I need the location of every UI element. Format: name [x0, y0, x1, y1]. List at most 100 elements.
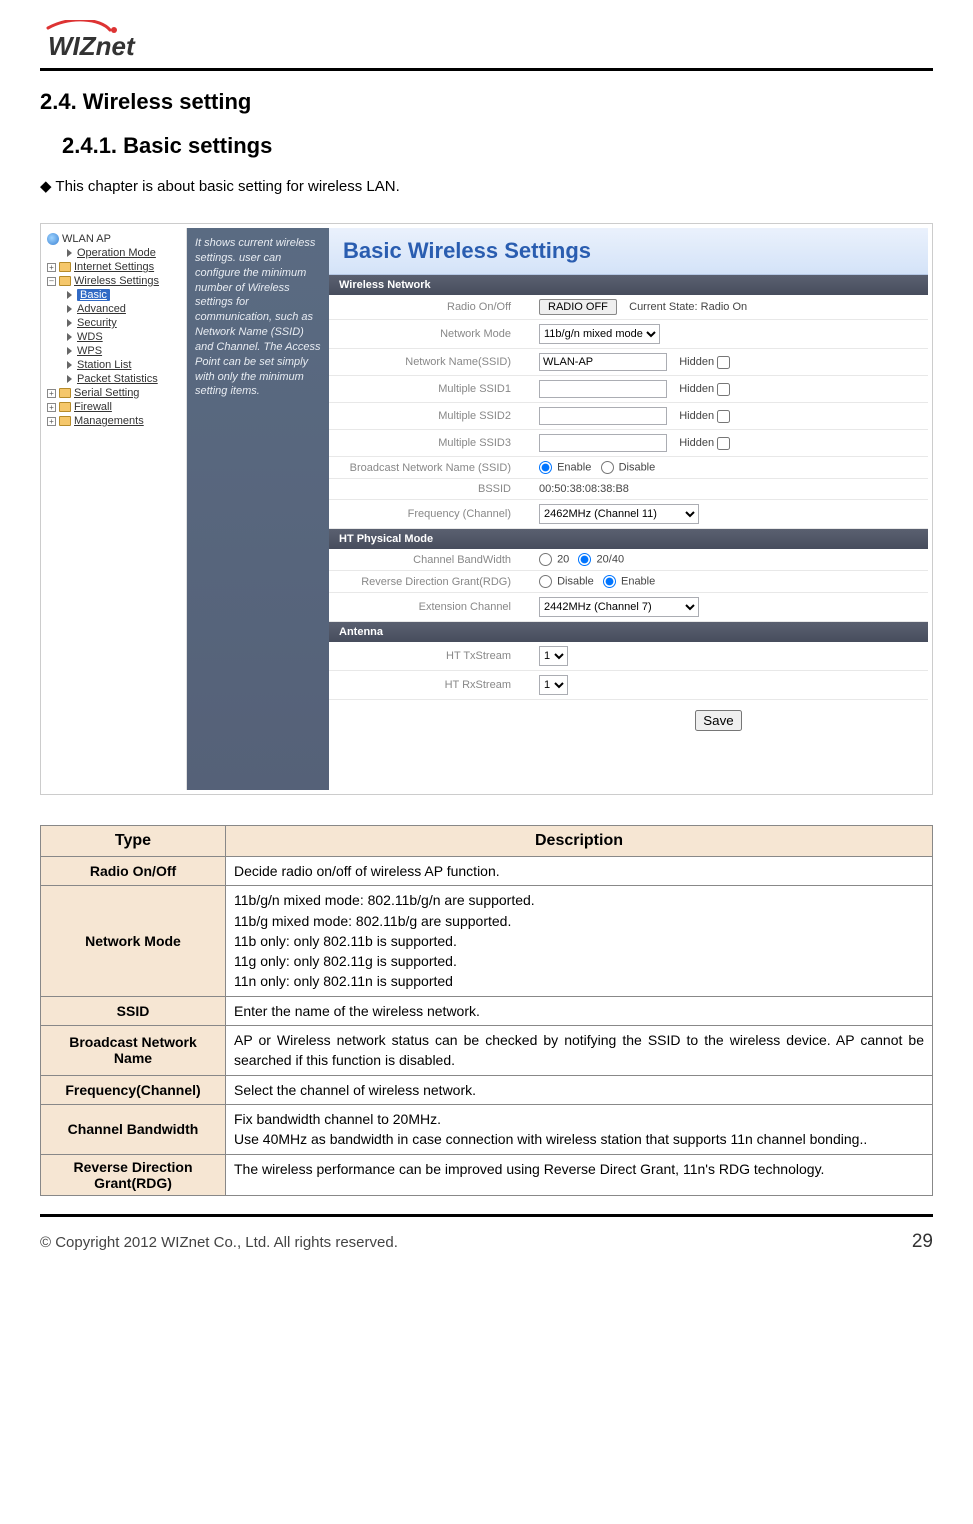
- main-panel: Basic Wireless Settings Wireless Network…: [329, 228, 928, 790]
- mssid2-input[interactable]: [539, 407, 667, 425]
- subsection-heading: 2.4.1. Basic settings: [62, 133, 933, 159]
- form-wireless-network: Radio On/Off Current State: Radio On Net…: [329, 295, 928, 529]
- chbw-20-label: 20: [557, 553, 569, 565]
- desc-header-type: Type: [41, 826, 226, 857]
- collapse-icon: –: [47, 277, 56, 286]
- arrow-icon: [67, 305, 72, 313]
- tree-item-security[interactable]: Security: [57, 316, 184, 330]
- tree-item-station-list[interactable]: Station List: [57, 358, 184, 372]
- desc-type-cell: Channel Bandwidth: [41, 1104, 226, 1154]
- label-htrx: HT RxStream: [329, 671, 531, 700]
- desc-type-cell: Broadcast Network Name: [41, 1026, 226, 1076]
- ssid-input[interactable]: [539, 353, 667, 371]
- tree-label: WDS: [77, 331, 103, 343]
- tree-item-managements[interactable]: + Managements: [47, 414, 184, 428]
- hidden-label: Hidden: [679, 410, 714, 422]
- mssid3-hidden-checkbox[interactable]: [717, 437, 730, 450]
- tree-item-internet-settings[interactable]: + Internet Settings: [47, 260, 184, 274]
- globe-icon: [47, 233, 59, 245]
- folder-icon: [59, 388, 71, 398]
- expand-icon: +: [47, 389, 56, 398]
- tree-label-selected: Basic: [77, 289, 110, 301]
- main-title: Basic Wireless Settings: [329, 228, 928, 275]
- broadcast-enable-radio[interactable]: [539, 461, 552, 474]
- label-frequency: Frequency (Channel): [329, 500, 531, 529]
- save-button[interactable]: [695, 710, 741, 731]
- label-rdg: Reverse Direction Grant(RDG): [329, 571, 531, 593]
- router-screenshot: WLAN AP Operation Mode + Internet Settin…: [40, 223, 933, 795]
- tree-item-wireless-settings[interactable]: – Wireless Settings: [47, 274, 184, 288]
- tree-item-basic[interactable]: Basic: [57, 288, 184, 302]
- network-mode-select[interactable]: 11b/g/n mixed mode: [539, 324, 660, 344]
- footer-rule: [40, 1214, 933, 1217]
- enable-label: Enable: [621, 575, 655, 587]
- folder-icon: [59, 402, 71, 412]
- mssid1-hidden-checkbox[interactable]: [717, 383, 730, 396]
- tree-label: Security: [77, 317, 117, 329]
- help-panel: It shows current wireless settings. user…: [187, 228, 329, 790]
- rdg-disable-radio[interactable]: [539, 575, 552, 588]
- section-ht-physical-mode: HT Physical Mode: [329, 529, 928, 549]
- wiznet-logo: WIZnet: [40, 20, 933, 60]
- label-mssid2: Multiple SSID2: [329, 403, 531, 430]
- tree-label: Advanced: [77, 303, 126, 315]
- label-channel-bw: Channel BandWidth: [329, 549, 531, 571]
- chbw-20-radio[interactable]: [539, 553, 552, 566]
- desc-type-cell: Network Mode: [41, 886, 226, 996]
- radio-off-button[interactable]: [539, 299, 617, 315]
- tree-item-wps[interactable]: WPS: [57, 344, 184, 358]
- nav-tree: WLAN AP Operation Mode + Internet Settin…: [45, 228, 187, 790]
- header-rule: [40, 68, 933, 71]
- frequency-select[interactable]: 2462MHz (Channel 11): [539, 504, 699, 524]
- tree-label: Operation Mode: [77, 247, 156, 259]
- svg-text:WIZnet: WIZnet: [48, 31, 136, 60]
- label-mssid1: Multiple SSID1: [329, 376, 531, 403]
- arrow-icon: [67, 347, 72, 355]
- section-antenna: Antenna: [329, 622, 928, 642]
- arrow-icon: [67, 291, 72, 299]
- rdg-enable-radio[interactable]: [603, 575, 616, 588]
- desc-header-desc: Description: [226, 826, 933, 857]
- arrow-icon: [67, 361, 72, 369]
- tree-item-wds[interactable]: WDS: [57, 330, 184, 344]
- label-broadcast: Broadcast Network Name (SSID): [329, 457, 531, 479]
- tree-label: WPS: [77, 345, 102, 357]
- desc-desc-cell: Fix bandwidth channel to 20MHz.Use 40MHz…: [226, 1104, 933, 1154]
- ssid-hidden-checkbox[interactable]: [717, 356, 730, 369]
- folder-icon: [59, 416, 71, 426]
- mssid1-input[interactable]: [539, 380, 667, 398]
- desc-desc-cell: 11b/g/n mixed mode: 802.11b/g/n are supp…: [226, 886, 933, 996]
- tree-label: Managements: [74, 415, 144, 427]
- ext-channel-select[interactable]: 2442MHz (Channel 7): [539, 597, 699, 617]
- desc-type-cell: Reverse Direction Grant(RDG): [41, 1154, 226, 1195]
- copyright-text: © Copyright 2012 WIZnet Co., Ltd. All ri…: [40, 1234, 398, 1251]
- intro-text: ◆ This chapter is about basic setting fo…: [40, 177, 933, 195]
- chbw-2040-radio[interactable]: [578, 553, 591, 566]
- hidden-label: Hidden: [679, 437, 714, 449]
- form-ht-physical: Channel BandWidth 20 20/40 Reverse Direc…: [329, 549, 928, 622]
- chbw-2040-label: 20/40: [597, 553, 625, 565]
- tree-item-packet-statistics[interactable]: Packet Statistics: [57, 372, 184, 386]
- tree-item-advanced[interactable]: Advanced: [57, 302, 184, 316]
- tree-label: Station List: [77, 359, 131, 371]
- httx-select[interactable]: 1: [539, 646, 568, 666]
- desc-desc-cell: The wireless performance can be improved…: [226, 1154, 933, 1195]
- tree-root[interactable]: WLAN AP: [47, 232, 184, 246]
- desc-type-cell: SSID: [41, 996, 226, 1025]
- desc-desc-cell: AP or Wireless network status can be che…: [226, 1026, 933, 1076]
- desc-type-cell: Radio On/Off: [41, 857, 226, 886]
- arrow-icon: [67, 249, 72, 257]
- htrx-select[interactable]: 1: [539, 675, 568, 695]
- section-wireless-network: Wireless Network: [329, 275, 928, 295]
- mssid3-input[interactable]: [539, 434, 667, 452]
- broadcast-disable-radio[interactable]: [601, 461, 614, 474]
- tree-label: Serial Setting: [74, 387, 139, 399]
- desc-type-cell: Frequency(Channel): [41, 1075, 226, 1104]
- mssid2-hidden-checkbox[interactable]: [717, 410, 730, 423]
- label-bssid: BSSID: [329, 479, 531, 500]
- tree-item-operation-mode[interactable]: Operation Mode: [57, 246, 184, 260]
- tree-item-serial-setting[interactable]: + Serial Setting: [47, 386, 184, 400]
- expand-icon: +: [47, 403, 56, 412]
- hidden-label: Hidden: [679, 383, 714, 395]
- tree-item-firewall[interactable]: + Firewall: [47, 400, 184, 414]
